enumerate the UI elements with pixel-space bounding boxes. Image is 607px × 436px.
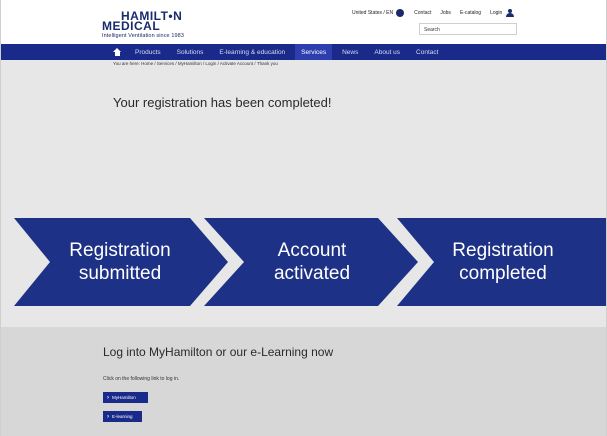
breadcrumb-bar — [0, 60, 607, 69]
nav-item-products[interactable]: Products — [135, 44, 161, 60]
main-nav: Products Solutions E-learning & educatio… — [0, 44, 607, 60]
nav-item-about-us[interactable]: About us — [374, 44, 400, 60]
step-3-chevron — [397, 218, 607, 306]
nav-item-services[interactable]: Services — [295, 44, 333, 60]
step-2-chevron — [204, 218, 418, 306]
home-icon[interactable] — [113, 48, 121, 56]
chevron-right-icon: › — [107, 413, 109, 420]
site-header: HAMILT•N MEDICAL Intelligent Ventilation… — [0, 0, 607, 44]
elearning-button-label: E-learning — [112, 414, 133, 419]
nav-item-solutions[interactable]: Solutions — [177, 44, 204, 60]
step-2-line2: activated — [274, 263, 350, 284]
ecatalog-link[interactable]: E-catalog — [460, 10, 481, 16]
nav-item-elearning-education[interactable]: E-learning & education — [219, 44, 285, 60]
top-links: United States / EN Contact Jobs E-catalo… — [352, 9, 515, 17]
step-2-line1: Account — [278, 240, 347, 261]
search-input[interactable]: Search — [419, 23, 517, 35]
login-section — [0, 327, 607, 436]
login-section-title: Log into MyHamilton or our e-Learning no… — [103, 345, 334, 359]
chevron-right-icon: › — [107, 394, 109, 401]
contact-link[interactable]: Contact — [414, 10, 431, 16]
nav-item-news[interactable]: News — [342, 44, 358, 60]
progress-steps: Registration submitted Account activated… — [0, 218, 607, 306]
page-title: Your registration has been completed! — [113, 95, 332, 110]
step-1-chevron — [14, 218, 228, 306]
step-3-line1: Registration — [452, 240, 553, 261]
step-3-line2: completed — [459, 263, 547, 284]
myhamilton-button-label: MyHamilton — [112, 395, 136, 400]
step-1-line2: submitted — [79, 263, 161, 284]
jobs-link[interactable]: Jobs — [440, 10, 451, 16]
globe-icon[interactable] — [396, 9, 405, 17]
region-selector[interactable]: United States / EN — [352, 10, 393, 16]
breadcrumb: You are here: Home / Services / MyHamilt… — [113, 61, 278, 66]
elearning-button[interactable]: › E-learning — [103, 411, 142, 422]
step-1-line1: Registration — [69, 240, 170, 261]
login-section-text: Click on the following link to log in. — [103, 376, 180, 382]
user-icon[interactable] — [506, 9, 515, 17]
logo-tagline: Intelligent Ventilation since 1983 — [102, 33, 184, 39]
nav-item-contact[interactable]: Contact — [416, 44, 438, 60]
login-link[interactable]: Login — [490, 10, 502, 16]
hamilton-medical-logo[interactable]: HAMILT•N MEDICAL Intelligent Ventilation… — [102, 10, 184, 39]
myhamilton-button[interactable]: › MyHamilton — [103, 392, 148, 403]
